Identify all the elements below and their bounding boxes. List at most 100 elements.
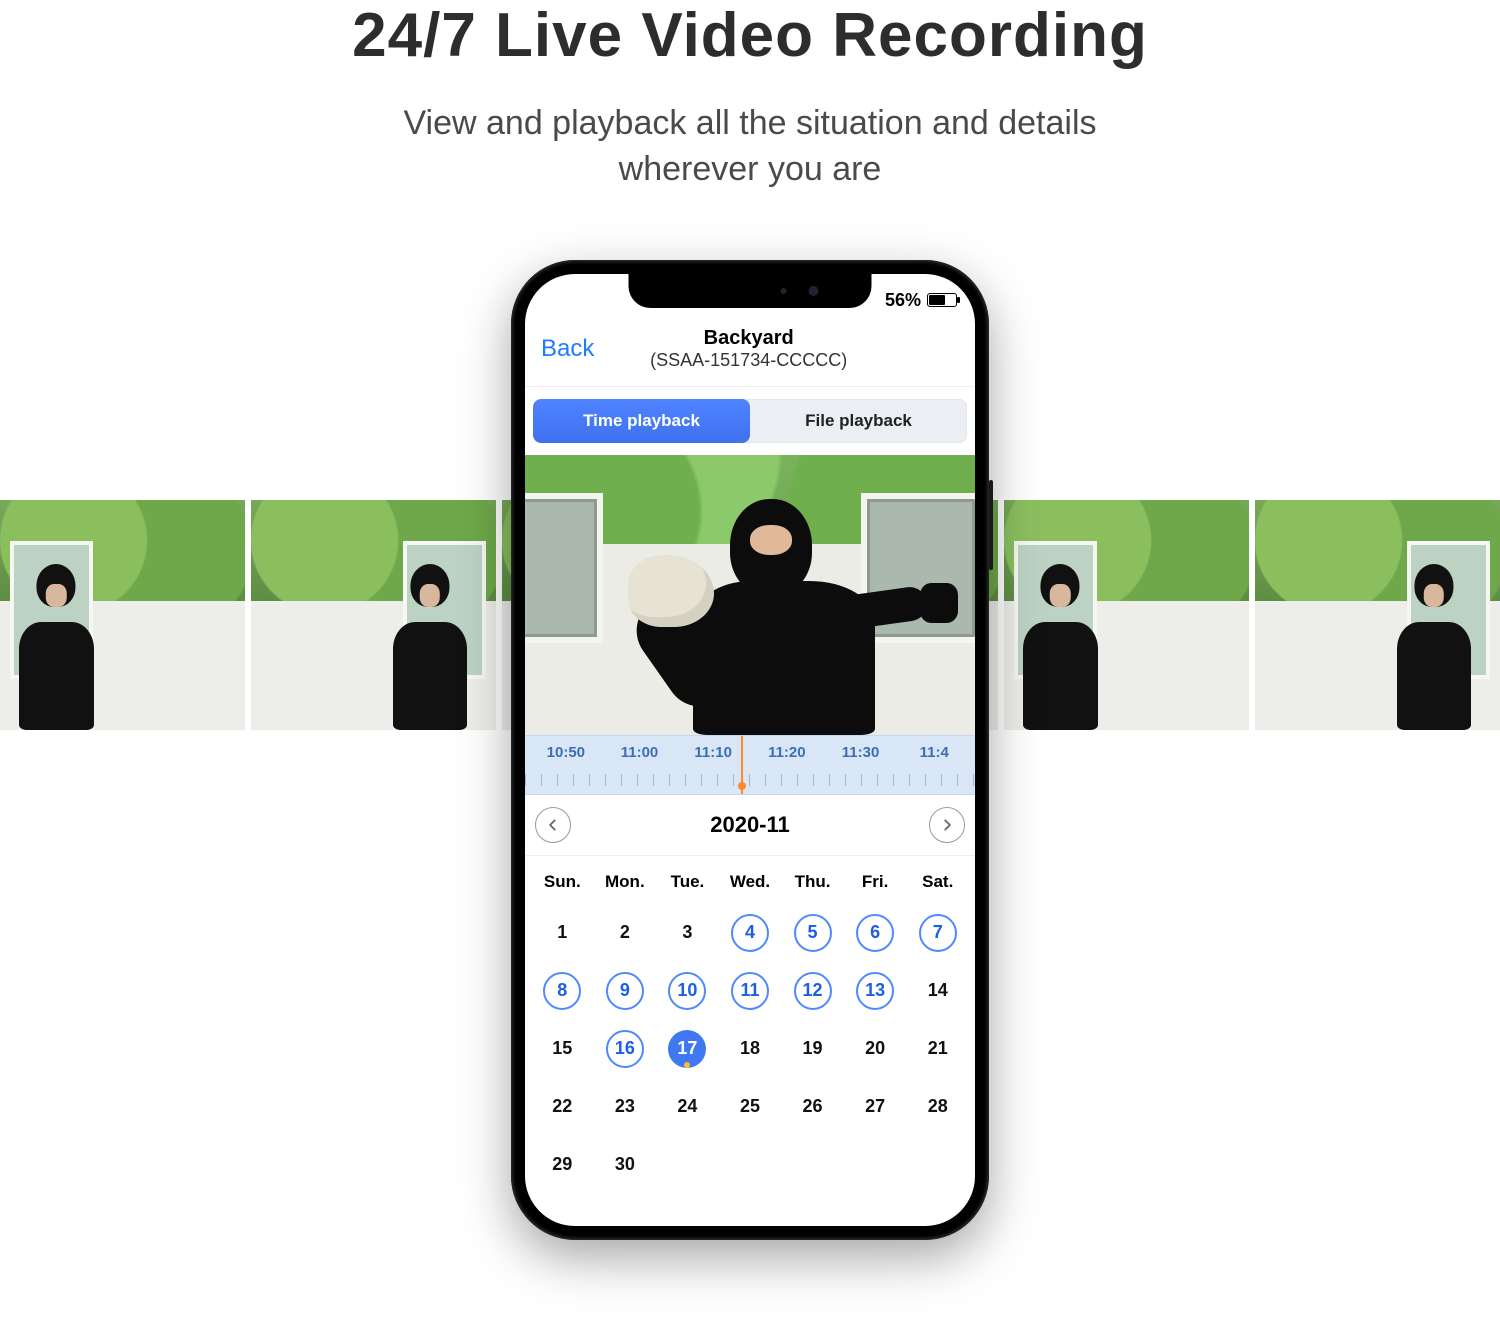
- calendar-day[interactable]: 3: [668, 914, 706, 952]
- playback-mode-segmented: Time playback File playback: [533, 399, 967, 443]
- next-month-button[interactable]: [929, 807, 965, 843]
- calendar-cell[interactable]: 30: [594, 1136, 657, 1194]
- dow-label: Sun.: [531, 862, 594, 904]
- video-preview[interactable]: [525, 455, 975, 735]
- calendar-day-available[interactable]: 16: [606, 1030, 644, 1068]
- timeline-tick: 11:30: [824, 744, 898, 761]
- prev-month-button[interactable]: [535, 807, 571, 843]
- calendar-cell: [906, 1136, 969, 1194]
- calendar-day[interactable]: 15: [543, 1030, 581, 1068]
- calendar-day[interactable]: 21: [919, 1030, 957, 1068]
- calendar-day-available[interactable]: 11: [731, 972, 769, 1010]
- calendar-day[interactable]: 30: [606, 1146, 644, 1184]
- hero-subtitle-line1: View and playback all the situation and …: [403, 104, 1096, 142]
- timeline-playhead[interactable]: [741, 736, 743, 794]
- calendar-day-available[interactable]: 10: [668, 972, 706, 1010]
- calendar-day-available[interactable]: 5: [794, 914, 832, 952]
- calendar-cell: [719, 1136, 782, 1194]
- calendar-cell[interactable]: 8: [531, 962, 594, 1020]
- calendar-cell[interactable]: 14: [906, 962, 969, 1020]
- calendar-cell[interactable]: 16: [594, 1020, 657, 1078]
- calendar: Sun. Mon. Tue. Wed. Thu. Fri. Sat. 12345…: [525, 856, 975, 1194]
- calendar-day-selected[interactable]: 17: [668, 1030, 706, 1068]
- month-selector: 2020-11: [525, 795, 975, 856]
- calendar-cell[interactable]: 27: [844, 1078, 907, 1136]
- tab-file-playback[interactable]: File playback: [750, 399, 967, 443]
- calendar-day[interactable]: 18: [731, 1030, 769, 1068]
- calendar-day[interactable]: 2: [606, 914, 644, 952]
- calendar-day[interactable]: 19: [794, 1030, 832, 1068]
- calendar-day[interactable]: 22: [543, 1088, 581, 1126]
- calendar-day-available[interactable]: 6: [856, 914, 894, 952]
- calendar-day-available[interactable]: 8: [543, 972, 581, 1010]
- calendar-cell[interactable]: 13: [844, 962, 907, 1020]
- playback-timeline[interactable]: 10:50 11:00 11:10 11:20 11:30 11:4: [525, 735, 975, 795]
- calendar-day[interactable]: 25: [731, 1088, 769, 1126]
- calendar-cell[interactable]: 10: [656, 962, 719, 1020]
- battery-percent-text: 56%: [885, 290, 921, 311]
- calendar-week-row: 89 10 11 12 13 14: [531, 962, 969, 1020]
- calendar-cell[interactable]: 9: [594, 962, 657, 1020]
- calendar-cell[interactable]: 26: [781, 1078, 844, 1136]
- timeline-tick: 11:00: [603, 744, 677, 761]
- calendar-cell[interactable]: 22: [531, 1078, 594, 1136]
- calendar-day[interactable]: 24: [668, 1088, 706, 1126]
- calendar-cell[interactable]: 4: [719, 904, 782, 962]
- calendar-week-row: 1234567: [531, 904, 969, 962]
- calendar-day[interactable]: 28: [919, 1088, 957, 1126]
- calendar-cell[interactable]: 21: [906, 1020, 969, 1078]
- calendar-dow-row: Sun. Mon. Tue. Wed. Thu. Fri. Sat.: [531, 862, 969, 904]
- battery-indicator: 56%: [885, 290, 957, 311]
- calendar-day-available[interactable]: 12: [794, 972, 832, 1010]
- calendar-cell[interactable]: 29: [531, 1136, 594, 1194]
- tab-time-playback[interactable]: Time playback: [533, 399, 750, 443]
- calendar-week-row: 15 16 17 18 19 20 21: [531, 1020, 969, 1078]
- calendar-cell[interactable]: 25: [719, 1078, 782, 1136]
- dow-label: Sat.: [906, 862, 969, 904]
- chevron-right-icon: [940, 818, 954, 832]
- calendar-day[interactable]: 27: [856, 1088, 894, 1126]
- filmstrip-frame: [1004, 500, 1249, 730]
- calendar-cell[interactable]: 12: [781, 962, 844, 1020]
- calendar-day[interactable]: 23: [606, 1088, 644, 1126]
- calendar-week-row: 29 30: [531, 1136, 969, 1194]
- calendar-day-available[interactable]: 7: [919, 914, 957, 952]
- calendar-day-available[interactable]: 4: [731, 914, 769, 952]
- calendar-cell[interactable]: 2: [594, 904, 657, 962]
- calendar-cell[interactable]: 20: [844, 1020, 907, 1078]
- phone-frame: 56% Back Backyard (SSAA-151734-CCCCC) Ti…: [511, 260, 989, 1240]
- nav-title-block: Backyard (SSAA-151734-CCCCC): [594, 326, 903, 372]
- intruder-figure: [646, 495, 906, 735]
- calendar-day-available[interactable]: 9: [606, 972, 644, 1010]
- dow-label: Thu.: [781, 862, 844, 904]
- nav-bar: Back Backyard (SSAA-151734-CCCCC): [525, 320, 975, 387]
- calendar-cell: [656, 1136, 719, 1194]
- calendar-cell: [781, 1136, 844, 1194]
- calendar-cell[interactable]: 7: [906, 904, 969, 962]
- calendar-cell[interactable]: 5: [781, 904, 844, 962]
- calendar-cell[interactable]: 28: [906, 1078, 969, 1136]
- calendar-cell[interactable]: 19: [781, 1020, 844, 1078]
- calendar-day[interactable]: 26: [794, 1088, 832, 1126]
- calendar-cell[interactable]: 24: [656, 1078, 719, 1136]
- calendar-cell[interactable]: 18: [719, 1020, 782, 1078]
- calendar-day[interactable]: 20: [856, 1030, 894, 1068]
- calendar-day[interactable]: 14: [919, 972, 957, 1010]
- calendar-cell[interactable]: 15: [531, 1020, 594, 1078]
- battery-icon: [927, 293, 957, 307]
- calendar-day-available[interactable]: 13: [856, 972, 894, 1010]
- calendar-day[interactable]: 29: [543, 1146, 581, 1184]
- calendar-cell[interactable]: 6: [844, 904, 907, 962]
- back-button[interactable]: Back: [541, 335, 594, 363]
- calendar-cell[interactable]: 23: [594, 1078, 657, 1136]
- calendar-cell[interactable]: 17: [656, 1020, 719, 1078]
- calendar-day[interactable]: 1: [543, 914, 581, 952]
- calendar-cell[interactable]: 11: [719, 962, 782, 1020]
- timeline-tick: 10:50: [529, 744, 603, 761]
- phone-screen: 56% Back Backyard (SSAA-151734-CCCCC) Ti…: [525, 274, 975, 1226]
- calendar-cell[interactable]: 1: [531, 904, 594, 962]
- calendar-cell[interactable]: 3: [656, 904, 719, 962]
- filmstrip-frame: [1255, 500, 1500, 730]
- hero-subtitle: View and playback all the situation and …: [0, 101, 1500, 193]
- chevron-left-icon: [546, 818, 560, 832]
